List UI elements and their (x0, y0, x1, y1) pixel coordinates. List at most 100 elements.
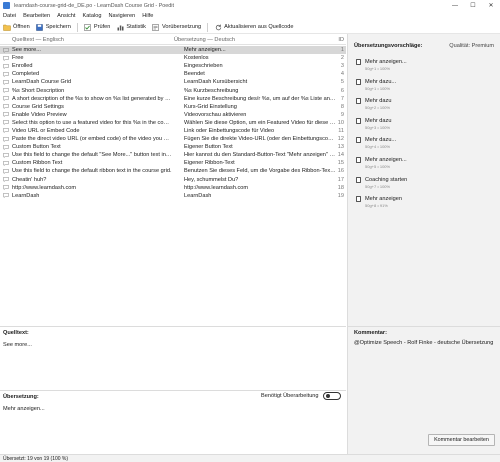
status-bar: Übersetzt: 19 von 19 (100 %) (0, 454, 500, 462)
poedit-app-icon (3, 2, 10, 9)
suggestion-meta: 50g+3 • 100% (365, 124, 391, 130)
table-row[interactable]: Cheatin' huh? Hey, schummelst Du? 17 (0, 176, 346, 184)
statistics-button[interactable]: Statistik (116, 23, 146, 31)
table-row[interactable]: Select this option to use a featured vid… (0, 119, 346, 127)
column-header-source[interactable]: Quelltext — Englisch (0, 37, 172, 43)
suggestion-item[interactable]: Mehr dazu... 50g+4 • 100% (356, 136, 496, 156)
row-translation: Eigener Ribbon-Text (184, 160, 235, 167)
table-row[interactable]: Custom Button Text Eigener Button Text 13 (0, 143, 346, 151)
title-bar: learndash-course-grid-de_DE.po - LearnDa… (0, 0, 500, 11)
suggestion-item[interactable]: Coaching starten 50g+7 • 100% (356, 176, 496, 196)
table-row[interactable]: See more... Mehr anzeigen... 1 (0, 46, 346, 55)
menu-hilfe[interactable]: Hilfe (142, 13, 153, 19)
table-row[interactable]: %s Short Description %s Kurzbeschreibung 6 (0, 86, 346, 94)
table-row[interactable]: Enable Video Preview Videovorschau aktivi… (0, 111, 346, 119)
suggestion-item[interactable]: Mehr anzeigen... 50g+1 • 100% (356, 58, 496, 78)
row-translation: Kostenlos (184, 55, 209, 62)
row-id: 19 (337, 192, 344, 199)
speech-bubble-icon (0, 104, 12, 110)
row-source: %s Short Description (12, 87, 65, 94)
row-source: LearnDash (12, 192, 40, 199)
source-panel-divider[interactable] (0, 326, 346, 327)
table-row[interactable]: Video URL or Embed Code Link oder Einbett… (0, 127, 346, 135)
table-row[interactable]: Enrolled Eingeschrieben 3 (0, 62, 346, 70)
row-translation: LearnDash Kursübersicht (184, 79, 248, 86)
open-button[interactable]: Öffnen (3, 23, 30, 31)
menu-katalog[interactable]: Katalog (82, 13, 101, 19)
toolbar-separator (76, 22, 78, 32)
translation-panel-divider[interactable] (0, 390, 346, 391)
suggestion-text: Mehr anzeigen (365, 196, 403, 203)
row-source: Select this option to use a featured vid… (12, 119, 172, 126)
table-row[interactable]: Course Grid Settings Kurs-Grid Einstellun… (0, 103, 346, 111)
row-translation: %s Kurzbeschreibung (184, 87, 239, 94)
row-source: Use this field to change the default "Se… (12, 152, 172, 159)
speech-bubble-icon (0, 63, 12, 69)
entry-list[interactable]: See more... Mehr anzeigen... 1 Free Kostenlo… (0, 46, 346, 200)
column-header-id[interactable]: ID (336, 37, 346, 43)
close-button[interactable]: ✕ (482, 0, 500, 11)
document-icon (356, 196, 361, 203)
table-row[interactable]: A short description of the %s to show on… (0, 95, 346, 103)
maximize-button[interactable]: ☐ (464, 0, 482, 11)
quality-label: Qualität: Premium (449, 43, 494, 49)
suggestion-text: Mehr anzeigen... (365, 156, 407, 163)
translation-input[interactable]: Mehr anzeigen... (3, 406, 45, 412)
table-row[interactable]: LearnDash Course Grid LearnDash Kursübers… (0, 78, 346, 86)
column-header-translation[interactable]: Übersetzung — Deutsch (172, 37, 336, 43)
bar-chart-icon (116, 23, 124, 31)
row-id: 2 (340, 55, 344, 62)
minimize-button[interactable]: — (446, 0, 464, 11)
row-source: Cheatin' huh? (12, 176, 47, 183)
row-id: 13 (337, 144, 344, 151)
comment-label: Kommentar: (354, 330, 387, 336)
suggestion-item[interactable]: Mehr dazu 50g+2 • 100% (356, 97, 496, 117)
suggestion-meta: 50g+8 • 91% (365, 203, 388, 209)
window-title: learndash-course-grid-de_DE.po - LearnDa… (14, 2, 175, 9)
table-row[interactable]: LearnDash LearnDash 19 (0, 192, 346, 200)
row-translation: Eigener Button Text (184, 144, 233, 151)
row-id: 9 (340, 111, 344, 118)
row-translation: Hey, schummelst Du? (184, 176, 239, 183)
table-row[interactable]: Paste the direct video URL (or embed cod… (0, 135, 346, 143)
table-row[interactable]: http://www.learndash.com http://www.learn… (0, 184, 346, 192)
needs-work-toggle[interactable] (322, 392, 341, 400)
row-id: 18 (337, 184, 344, 191)
menu-bar: Datei Bearbeiten Ansicht Katalog Navigie… (0, 11, 500, 21)
row-id: 16 (337, 168, 344, 175)
table-row[interactable]: Use this field to change the default rib… (0, 167, 346, 175)
table-row[interactable]: Free Kostenlos 2 (0, 54, 346, 62)
suggestion-item[interactable]: Mehr anzeigen... 50g+5 • 100% (356, 156, 496, 176)
status-text: Übersetzt: 19 von 19 (100 %) (3, 455, 69, 462)
list-header: Quelltext — Englisch Übersetzung — Deuts… (0, 36, 346, 45)
pretranslate-button[interactable]: Vorübersetzung (152, 23, 201, 31)
row-source: Custom Button Text (12, 144, 61, 151)
speech-bubble-icon (0, 80, 12, 85)
suggestion-item[interactable]: Mehr anzeigen 50g+8 • 91% (356, 195, 496, 215)
table-row[interactable]: Custom Ribbon Text Eigener Ribbon-Text 15 (0, 159, 346, 167)
check-button[interactable]: Prüfen (84, 23, 110, 31)
toolbar-separator (207, 22, 209, 32)
speech-bubble-icon (0, 193, 12, 199)
suggestion-meta: 50g+2 • 100% (365, 105, 391, 111)
suggestions-title: Übersetzungsvorschläge: (354, 43, 423, 49)
table-row[interactable]: Use this field to change the default "Se… (0, 151, 346, 159)
speech-bubble-icon (0, 152, 12, 158)
menu-navigieren[interactable]: Navigieren (108, 13, 135, 19)
statistics-label: Statistik (126, 24, 146, 30)
speech-bubble-icon (0, 88, 12, 94)
suggestion-item[interactable]: Mehr dazu... 50g+1 • 100% (356, 78, 496, 98)
save-button[interactable]: Speichern (36, 23, 71, 31)
update-from-source-button[interactable]: Aktualisieren aus Quellcode (214, 23, 294, 31)
menu-ansicht[interactable]: Ansicht (57, 13, 75, 19)
speech-bubble-icon (0, 47, 12, 53)
suggestion-meta: 50g+7 • 100% (365, 183, 391, 189)
table-row[interactable]: Completed Beendet 4 (0, 70, 346, 78)
sidebar-comment-divider (348, 326, 500, 327)
menu-bearbeiten[interactable]: Bearbeiten (23, 13, 50, 19)
folder-icon (3, 23, 11, 31)
edit-comment-button[interactable]: Kommentar bearbeiten (428, 434, 495, 446)
suggestion-item[interactable]: Mehr dazu 50g+3 • 100% (356, 117, 496, 137)
needs-work-label: Benötigt Überarbeitung (261, 393, 319, 399)
menu-datei[interactable]: Datei (3, 13, 16, 19)
